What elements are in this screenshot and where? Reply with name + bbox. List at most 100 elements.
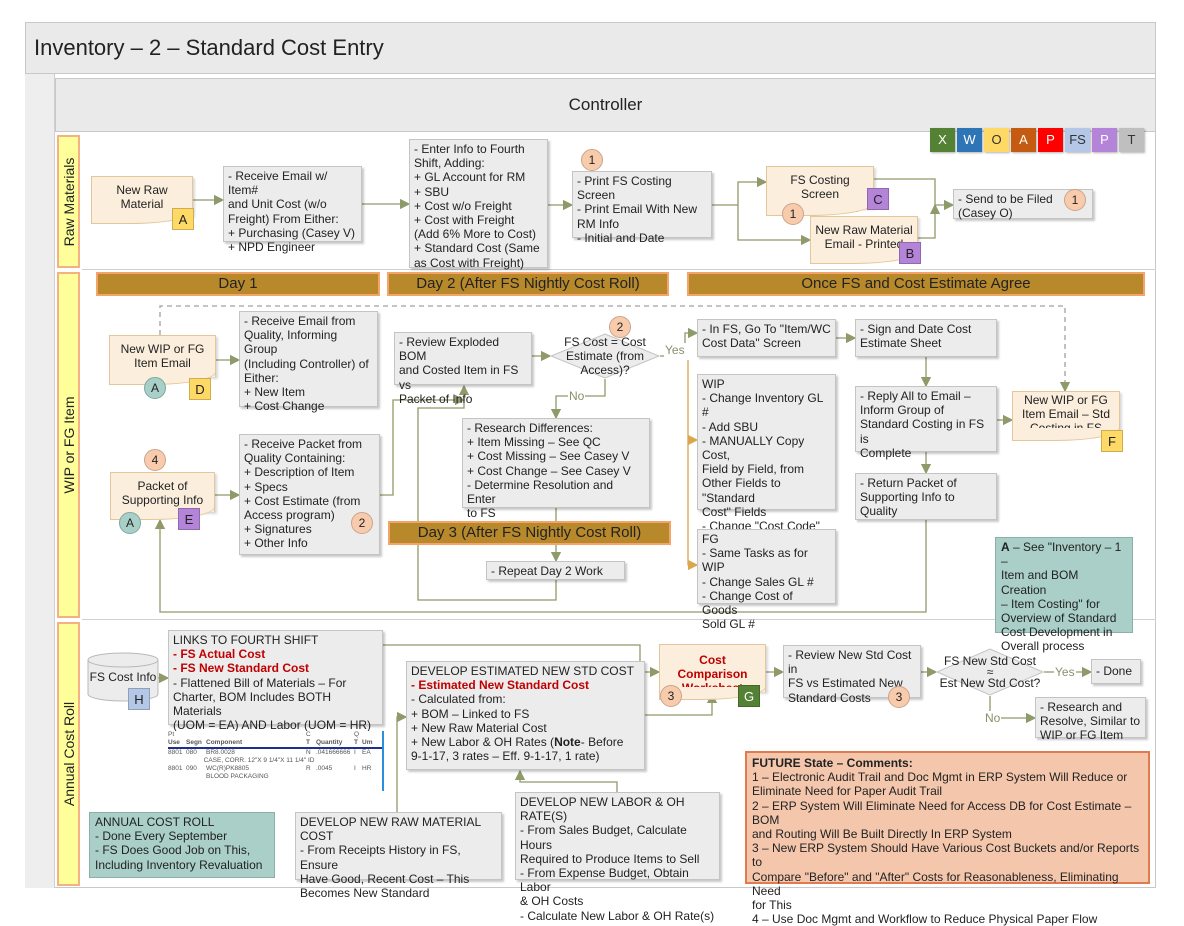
step-review-bom: - Review Exploded BOM and Costed Item in… [394, 332, 532, 406]
future-text: 1 – Electronic Audit Trail and Doc Mgmt … [752, 770, 1140, 926]
est-note: Note [554, 735, 581, 750]
page-title: Inventory – 2 – Standard Cost Entry [25, 22, 1156, 74]
bom-cell [168, 773, 186, 781]
doc-packet-supporting-info: Packet of Supporting Info [110, 472, 215, 520]
bom-cell: C [306, 731, 311, 738]
bom-cell: .0045 [316, 765, 333, 772]
doc-std-costing-email: New WIP or FG Item Email – Std Costing i… [1012, 391, 1120, 441]
bom-cell: HR [362, 765, 372, 772]
legend-fs: FS [1065, 128, 1090, 152]
step-develop-labor-oh-rates: DEVELOP NEW LABOR & OH RATE(S) - From Sa… [515, 792, 720, 923]
future-title: FUTURE State – Comments: [752, 756, 913, 770]
bom-cell: 080 [186, 749, 197, 756]
yes-label: Yes [1054, 665, 1076, 679]
note-annual-cost-roll: ANNUAL COST ROLL - Done Every September … [89, 812, 275, 878]
step-number-4: 4 [144, 449, 166, 471]
bom-cell: BR8.0028 [206, 749, 235, 756]
day-bar-2: Day 2 (After FS Nightly Cost Roll) [387, 272, 669, 296]
bom-cell: EA [362, 749, 371, 756]
badge-c: C [867, 188, 889, 210]
decision-std-cost-approx: FS New Std Cost ≈ Est New Std Cost? [936, 648, 1044, 696]
step-develop-raw-material-cost: DEVELOP NEW RAW MATERIAL COST - From Rec… [295, 812, 502, 900]
step-print: - Print FS Costing Screen - Print Email … [572, 171, 712, 245]
bom-cell [206, 731, 306, 739]
step-research-differences: - Research Differences: + Item Missing –… [462, 418, 650, 520]
step-sign-date: - Sign and Date Cost Estimate Sheet [855, 319, 997, 357]
bom-cell: 8801 [168, 749, 183, 756]
bom-row: BLOOD PACKAGING [168, 773, 382, 781]
day-bar-3: Day 3 (After FS Nightly Cost Roll) [388, 521, 671, 545]
note-future-state: FUTURE State – Comments: 1 – Electronic A… [745, 751, 1150, 926]
lane-annual: Annual Cost Roll [57, 622, 80, 886]
bom-cell: T [354, 739, 358, 746]
bom-cell: Use [168, 739, 180, 746]
bom-row: CASE, CORR. 12"X 9 1/4"X 11 1/4" ID [168, 757, 382, 765]
bom-cell: BLOOD PACKAGING [206, 773, 269, 780]
step-repeat-day-2: - Repeat Day 2 Work [486, 561, 625, 580]
bom-row: Pt C Q [168, 731, 382, 739]
pool-strip [25, 74, 55, 888]
bom-cell: I [354, 749, 356, 756]
note-key: A [1001, 540, 1010, 554]
step-number-1: 1 [581, 149, 603, 171]
step-done: - Done [1091, 659, 1141, 684]
bom-cell: Component [206, 739, 243, 746]
step-links-fourth-shift: LINKS TO FOURTH SHIFT - FS Actual Cost - F… [168, 630, 383, 732]
bom-cell: Quantity [316, 739, 343, 746]
bom-table-image: Pt C Q Use Segn Component T Quantity T Um 8801 080 B… [168, 731, 384, 791]
bom-cell: Pt [168, 731, 175, 738]
note-see-inventory-1: A – See "Inventory – 1 – Item and BOM Cr… [995, 537, 1133, 653]
bom-cell: Q [354, 731, 360, 738]
est-red: - Estimated New Standard Cost [411, 678, 590, 693]
bom-row: Use Segn Component T Quantity T Um [168, 739, 382, 749]
step-receive-packet: - Receive Packet from Quality Containing… [239, 434, 380, 555]
step-number-3: 3 [888, 686, 910, 708]
badge-h: H [128, 688, 150, 710]
step-enter-fourth-shift: - Enter Info to Fourth Shift, Adding: + … [409, 139, 548, 270]
bom-cell [168, 757, 185, 765]
step-receive-email: - Receive Email w/ Item# and Unit Cost (… [223, 166, 362, 254]
badge-a: A [172, 208, 194, 230]
connector-a: A [144, 377, 166, 399]
step-number-3: 3 [660, 685, 682, 707]
day-bar-agree: Once FS and Cost Estimate Agree [687, 272, 1145, 296]
bom-cell [354, 773, 362, 781]
lane-divider [82, 269, 1156, 270]
lane-raw-materials: Raw Materials [57, 135, 80, 268]
step-reply-all: - Reply All to Email – Inform Group of S… [855, 386, 997, 460]
legend-p: P [1038, 128, 1063, 152]
lane-label: WIP or FG Item [60, 396, 77, 494]
est-title: DEVELOP ESTIMATED NEW STD COST [411, 664, 634, 678]
badge-f: F [1101, 430, 1123, 452]
badge-e: E [178, 508, 200, 530]
badge-d: D [189, 378, 211, 400]
bom-cell: 8801 [168, 765, 183, 772]
legend-o: O [984, 128, 1009, 152]
bom-cell: T [306, 739, 310, 746]
doc-new-wip-fg-email: New WIP or FG Item Email [109, 335, 216, 385]
legend-a: A [1011, 128, 1036, 152]
links-text: - Flattened Bill of Materials – For Char… [173, 675, 372, 733]
doc-fs-costing-screen: FS Costing Screen – Print Screen [766, 166, 874, 216]
bom-cell [186, 731, 206, 739]
links-fs-actual-cost: - FS Actual Cost [173, 647, 266, 662]
decision-label: FS New Std Cost ≈ Est New Std Cost? [939, 653, 1041, 690]
bom-cell [316, 773, 354, 781]
badge-g: G [738, 685, 760, 707]
step-number-1: 1 [782, 203, 804, 225]
no-label: No [984, 711, 1002, 725]
step-receive-quality-email: - Receive Email from Quality, Informing … [239, 311, 378, 413]
yes-label: Yes [664, 343, 686, 357]
datastore-label: FS Cost Info [89, 670, 157, 684]
bom-cell [186, 773, 206, 781]
bom-cell: Segn [186, 739, 202, 746]
bom-cell: I [354, 765, 356, 772]
lane-wip-fg: WIP or FG Item [57, 272, 80, 618]
lane-label: Annual Cost Roll [60, 701, 77, 807]
badge-b: B [899, 242, 921, 264]
est-text: - Calculated from: + BOM – Linked to FS … [411, 692, 555, 750]
step-number-2: 2 [351, 512, 373, 534]
connector-a: A [119, 512, 141, 534]
bom-cell: CASE, CORR. 12"X 9 1/4"X 11 1/4" ID [203, 757, 315, 764]
bom-row: 8801 090 WC(R)PK8805 R .0045 I HR [168, 765, 382, 773]
